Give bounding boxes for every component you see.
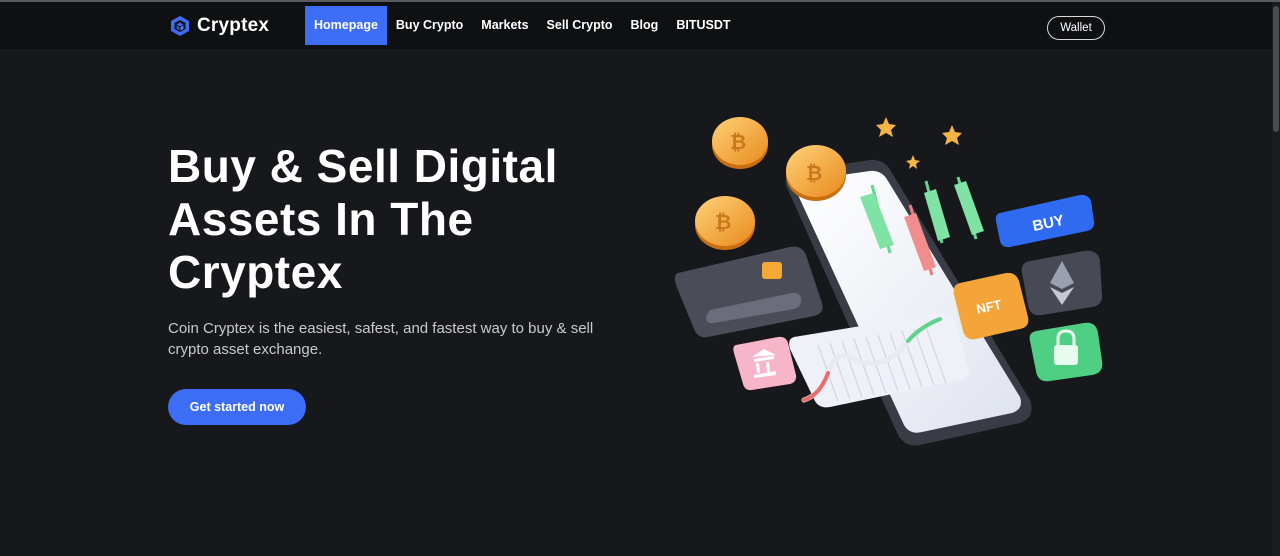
- brand-logo[interactable]: Cryptex: [170, 14, 269, 38]
- hero-illustration: BUY NFT ₿ ₿ ₿: [674, 117, 1103, 446]
- lock-icon: [1029, 322, 1103, 382]
- scrollbar-thumb[interactable]: [1273, 6, 1279, 132]
- hero-title-line-2: Assets In The: [168, 193, 474, 245]
- nft-tag: NFT: [953, 272, 1029, 340]
- top-navbar: Cryptex Homepage Buy Crypto Markets Sell…: [0, 2, 1272, 49]
- star-icon: [942, 125, 962, 145]
- page-scrollbar[interactable]: [1272, 2, 1280, 556]
- buy-tag: BUY: [995, 194, 1095, 248]
- star-icon: [906, 155, 920, 169]
- hero-description: Coin Cryptex is the easiest, safest, and…: [168, 320, 594, 358]
- brand-name: Cryptex: [197, 15, 270, 36]
- credit-card-icon: [674, 246, 823, 338]
- bitcoin-coin-icon: ₿: [786, 145, 846, 201]
- hero-title-line-1: Buy & Sell Digital: [168, 140, 558, 192]
- svg-text:₿: ₿: [730, 132, 746, 154]
- nav-item-bitusdt[interactable]: BITUSDT: [667, 6, 739, 45]
- get-started-button[interactable]: Get started now: [168, 389, 306, 425]
- bitcoin-coin-icon: ₿: [712, 117, 768, 169]
- ethereum-icon: [1021, 250, 1103, 316]
- nav-item-markets[interactable]: Markets: [472, 6, 537, 45]
- svg-text:₿: ₿: [715, 212, 731, 234]
- nav-item-buy-crypto[interactable]: Buy Crypto: [387, 6, 472, 45]
- hero-title: Buy & Sell Digital Assets In The Cryptex: [168, 140, 628, 299]
- hero-title-line-3: Cryptex: [168, 246, 343, 298]
- nav-item-sell-crypto[interactable]: Sell Crypto: [538, 6, 622, 45]
- bank-icon: [733, 336, 797, 391]
- nav-item-blog[interactable]: Blog: [622, 6, 668, 45]
- wallet-button[interactable]: Wallet: [1047, 16, 1105, 40]
- nav-item-homepage[interactable]: Homepage: [305, 6, 387, 45]
- main-nav: Homepage Buy Crypto Markets Sell Crypto …: [305, 6, 739, 45]
- cube-logo-icon: [171, 16, 189, 36]
- svg-text:₿: ₿: [806, 163, 822, 185]
- star-icon: [876, 117, 896, 137]
- bitcoin-coin-icon: ₿: [695, 196, 755, 250]
